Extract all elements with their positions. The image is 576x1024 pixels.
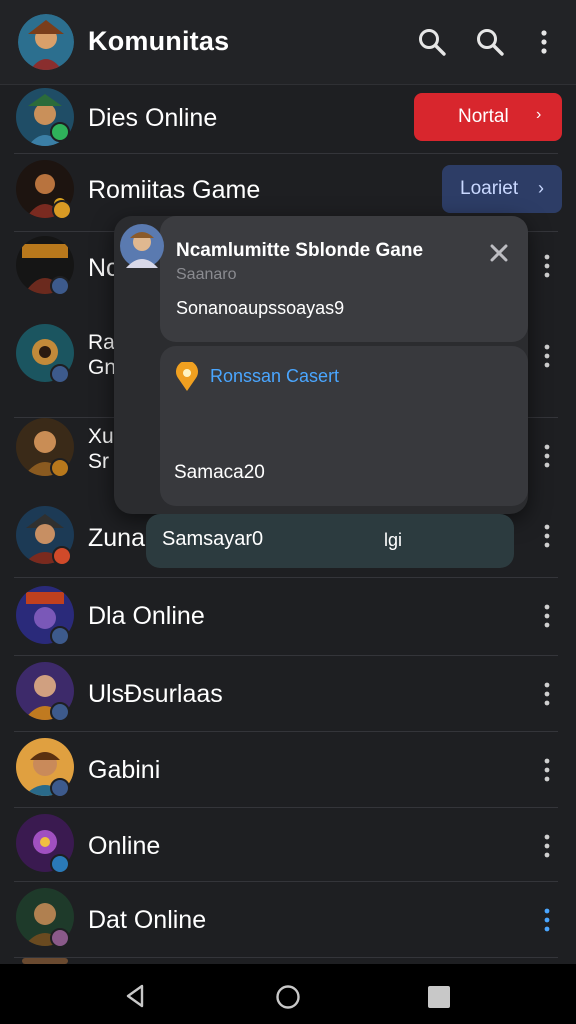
list-item-title: Dat Online — [88, 906, 207, 934]
button-label: Loariet — [460, 178, 519, 199]
back-icon[interactable] — [124, 984, 148, 1008]
more-vert-icon[interactable] — [544, 444, 550, 468]
list-item-title: Zuna — [88, 524, 145, 552]
list-item-title: Gabini — [88, 756, 161, 784]
more-vert-icon[interactable] — [544, 834, 550, 858]
status-badge — [50, 778, 70, 798]
list-item-title: Dies Online — [88, 104, 218, 132]
status-badge — [50, 854, 70, 874]
list-item-title: Dla Online — [88, 602, 205, 630]
more-vert-icon[interactable] — [544, 604, 550, 628]
location-link[interactable]: Ronssan Casert — [210, 366, 339, 387]
list-item[interactable]: Dla Online — [0, 578, 576, 656]
popup-action-pill[interactable]: Samsayar0 lgi — [146, 514, 514, 568]
more-vert-icon[interactable] — [544, 344, 550, 368]
popup-detail-text: Samaca20 — [174, 462, 265, 483]
chevron-right-icon: › — [536, 106, 542, 123]
search-icon[interactable] — [474, 26, 506, 58]
popup-detail-card: Ronssan Casert Samaca20 — [160, 346, 528, 506]
status-badge — [52, 200, 72, 220]
more-vert-icon[interactable] — [544, 682, 550, 706]
pill-label: Samsayar0 — [162, 528, 264, 550]
popup-title: Ncamlumitte Sblonde Gane — [176, 240, 424, 261]
status-badge — [50, 276, 70, 296]
status-badge — [50, 626, 70, 646]
recents-icon[interactable] — [426, 984, 452, 1010]
status-badge — [50, 928, 70, 948]
status-badge — [50, 364, 70, 384]
home-icon[interactable] — [275, 984, 301, 1010]
list-item-title: Romiitas Game — [88, 176, 261, 204]
list-item-title: Online — [88, 832, 161, 860]
list-item[interactable]: Online — [0, 808, 576, 882]
online-badge — [50, 122, 70, 142]
primary-action-button[interactable]: Nortal › — [414, 93, 562, 141]
more-vert-icon[interactable] — [528, 26, 560, 58]
popup-avatar — [120, 224, 164, 268]
location-pin-icon — [176, 362, 198, 391]
list-item[interactable]: Dat Online — [0, 882, 576, 958]
list-item[interactable]: Gabini — [0, 732, 576, 808]
popup-header-card: Ncamlumitte Sblonde Gane Saanaro Sonanoa… — [160, 216, 528, 342]
status-badge — [50, 458, 70, 478]
popup-subtitle: Saanaro — [176, 266, 237, 283]
status-badge — [50, 702, 70, 722]
button-label: Nortal — [458, 106, 509, 127]
chevron-right-icon: › — [538, 178, 544, 198]
page-title: Komunitas — [88, 26, 230, 56]
more-vert-icon[interactable] — [544, 908, 550, 932]
community-avatar[interactable] — [18, 14, 74, 70]
more-vert-icon[interactable] — [544, 758, 550, 782]
list-item[interactable]: Dies Online Nortal › — [0, 84, 576, 154]
close-icon[interactable] — [488, 242, 510, 264]
status-badge — [52, 546, 72, 566]
system-navigation-bar — [0, 964, 576, 1024]
list-item-title: Xu Sr — [88, 425, 114, 473]
popup-body-text: Sonanoaupssoayas9 — [176, 298, 345, 318]
list-item-title: UlsĐsurlaas — [88, 680, 223, 708]
list-item-title: Ra Gn — [88, 331, 117, 379]
secondary-action-button[interactable]: Loariet › — [442, 165, 562, 213]
pill-tag: lgi — [384, 530, 403, 550]
app-bar: Komunitas — [0, 0, 576, 85]
search-icon[interactable] — [416, 26, 448, 58]
more-vert-icon[interactable] — [544, 254, 550, 278]
list-item[interactable]: UlsĐsurlaas — [0, 656, 576, 732]
more-vert-icon[interactable] — [544, 524, 550, 548]
